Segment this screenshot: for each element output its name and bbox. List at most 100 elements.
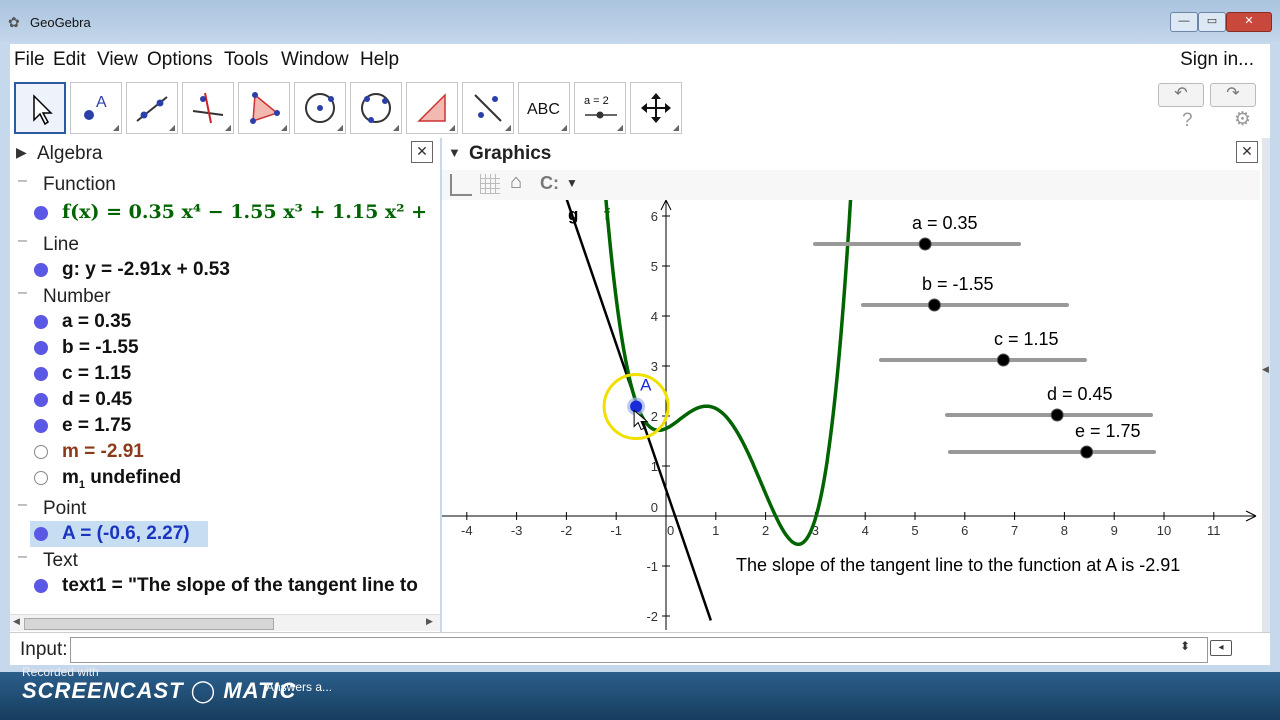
number-e[interactable]: e = 1.75 (62, 415, 131, 437)
visibility-toggle[interactable] (34, 419, 48, 433)
y-tick-label: -2 (646, 609, 658, 624)
scroll-right-icon[interactable]: ▶ (426, 616, 433, 627)
visibility-toggle[interactable] (34, 263, 48, 277)
point-capturing-icon[interactable]: C: (540, 173, 559, 194)
taskbar-answers-text[interactable]: Answers a... (266, 680, 332, 694)
function-curve-f (604, 200, 853, 547)
input-field[interactable] (70, 637, 1208, 663)
algebra-close-button[interactable]: ✕ (411, 141, 433, 163)
x-tick-label: -4 (461, 523, 473, 538)
geogebra-logo-icon: ✿ (8, 14, 20, 30)
menu-help[interactable]: Help (360, 49, 399, 71)
menu-bar: File Edit View Options Tools Window Help… (10, 44, 1270, 76)
polygon-tool-button[interactable]: ◢ (238, 82, 290, 134)
move-graphics-view-tool-button[interactable]: ◢ (630, 82, 682, 134)
line-definition[interactable]: g: y = -2.91x + 0.53 (62, 259, 230, 281)
slider-tool-button[interactable]: a = 2 ◢ (574, 82, 626, 134)
menu-file[interactable]: File (14, 49, 45, 71)
algebra-title: Algebra (37, 143, 103, 164)
maximize-button[interactable]: ▭ (1198, 12, 1226, 32)
scroll-left-icon[interactable]: ◀ (13, 616, 20, 627)
text1-definition[interactable]: text1 = "The slope of the tangent line t… (62, 575, 418, 597)
home-icon[interactable]: ⌂ (510, 171, 522, 194)
number-c[interactable]: c = 1.15 (62, 363, 131, 385)
visibility-toggle[interactable] (34, 206, 48, 220)
collapse-icon[interactable]: – (18, 548, 27, 566)
slider-icon: a = 2 (584, 95, 617, 119)
slider-knob (1050, 408, 1064, 422)
algebra-horizontal-scrollbar[interactable]: ◀ ▶ (10, 614, 440, 631)
menu-tools[interactable]: Tools (224, 49, 268, 71)
graphics-close-button[interactable]: ✕ (1236, 141, 1258, 163)
expand-panel-icon[interactable]: ◀ (1262, 364, 1269, 375)
reflect-tool-button[interactable]: ◢ (462, 82, 514, 134)
redo-button[interactable]: ↷ (1210, 83, 1256, 107)
number-m1[interactable]: m1 undefined (62, 467, 181, 491)
polygon-icon (250, 92, 280, 124)
slider-knob (1080, 445, 1094, 459)
show-axes-icon[interactable] (450, 174, 472, 196)
visibility-toggle[interactable] (34, 579, 48, 593)
input-history-arrow-icon[interactable]: ⬍ (1180, 639, 1190, 653)
visibility-toggle[interactable] (34, 471, 48, 485)
help-icon[interactable]: ? (1182, 110, 1193, 132)
geogebra-window: ✿ GeoGebra — ▭ ✕ File Edit View Options … (0, 0, 1280, 672)
menu-view[interactable]: View (97, 49, 138, 71)
point-tool-button[interactable]: A ◢ (70, 82, 122, 134)
menu-window[interactable]: Window (281, 49, 349, 71)
perpendicular-line-tool-button[interactable]: ◢ (182, 82, 234, 134)
algebra-view: ▶ Algebra ✕ – Function f(x) = 0.35 x⁴ − … (10, 138, 440, 632)
collapse-triangle-icon[interactable]: ▼ (448, 145, 461, 160)
scrollbar-thumb[interactable] (24, 618, 274, 630)
collapse-icon[interactable]: – (18, 232, 27, 250)
graphics-style-bar: ⌂ C: ▼ (442, 170, 1260, 200)
x-tick-label: 11 (1207, 523, 1221, 538)
sign-in-link[interactable]: Sign in... (1180, 49, 1254, 71)
gear-icon[interactable]: ⚙ (1234, 108, 1251, 131)
visibility-toggle[interactable] (34, 341, 48, 355)
text-tool-button[interactable]: ABC ◢ (518, 82, 570, 134)
visibility-toggle[interactable] (34, 527, 48, 541)
line-tool-button[interactable]: ◢ (126, 82, 178, 134)
menu-edit[interactable]: Edit (53, 49, 86, 71)
conic-tool-button[interactable]: ◢ (350, 82, 402, 134)
screencast-watermark: SCREENCAST ◯ MATIC (22, 678, 297, 703)
number-a[interactable]: a = 0.35 (62, 311, 131, 333)
dropdown-arrow-icon[interactable]: ▼ (566, 176, 578, 190)
visibility-toggle[interactable] (34, 393, 48, 407)
text-abc-icon: ABC (527, 101, 560, 118)
expand-triangle-icon[interactable]: ▶ (16, 144, 27, 161)
x-tick-label: 9 (1111, 523, 1118, 538)
collapse-icon[interactable]: – (18, 284, 27, 302)
move-tool-button[interactable] (14, 82, 66, 134)
collapse-icon[interactable]: – (18, 172, 27, 190)
x-tick-label: 4 (862, 523, 869, 538)
show-grid-icon[interactable] (480, 174, 500, 194)
point-a (630, 400, 643, 413)
x-tick-label: 7 (1011, 523, 1018, 538)
collapse-icon[interactable]: – (18, 496, 27, 514)
undo-button[interactable]: ↶ (1158, 83, 1204, 107)
visibility-toggle[interactable] (34, 315, 48, 329)
input-bar: Input: ⬍ ◂ (10, 632, 1270, 665)
visibility-toggle[interactable] (34, 445, 48, 459)
graphics-canvas[interactable]: -4 -3 -2 -1 0 1 2 3 4 5 6 7 8 9 10 116543210-1-2 a = 0.… (442, 200, 1260, 630)
y-tick-label: 0 (651, 500, 658, 515)
number-d[interactable]: d = 0.45 (62, 389, 132, 411)
circle-tool-button[interactable]: ◢ (294, 82, 346, 134)
number-m[interactable]: m = -2.91 (62, 441, 144, 463)
menu-options[interactable]: Options (147, 49, 212, 71)
minimize-button[interactable]: — (1170, 12, 1198, 32)
visibility-toggle[interactable] (34, 367, 48, 381)
close-window-button[interactable]: ✕ (1226, 12, 1272, 32)
number-b[interactable]: b = -1.55 (62, 337, 139, 359)
point-a-definition[interactable]: A = (-0.6, 2.27) (62, 523, 190, 545)
svg-text:a = 2: a = 2 (584, 95, 609, 107)
x-tick-label: 1 (712, 523, 719, 538)
function-definition[interactable]: f(x) = 0.35 x⁴ − 1.55 x³ + 1.15 x² + (62, 201, 427, 223)
cursor-arrow-icon (33, 94, 53, 126)
angle-tool-button[interactable]: ◢ (406, 82, 458, 134)
y-tick-label: 2 (651, 409, 658, 424)
keyboard-icon[interactable]: ◂ (1210, 640, 1232, 656)
y-tick-label: -1 (646, 559, 658, 574)
